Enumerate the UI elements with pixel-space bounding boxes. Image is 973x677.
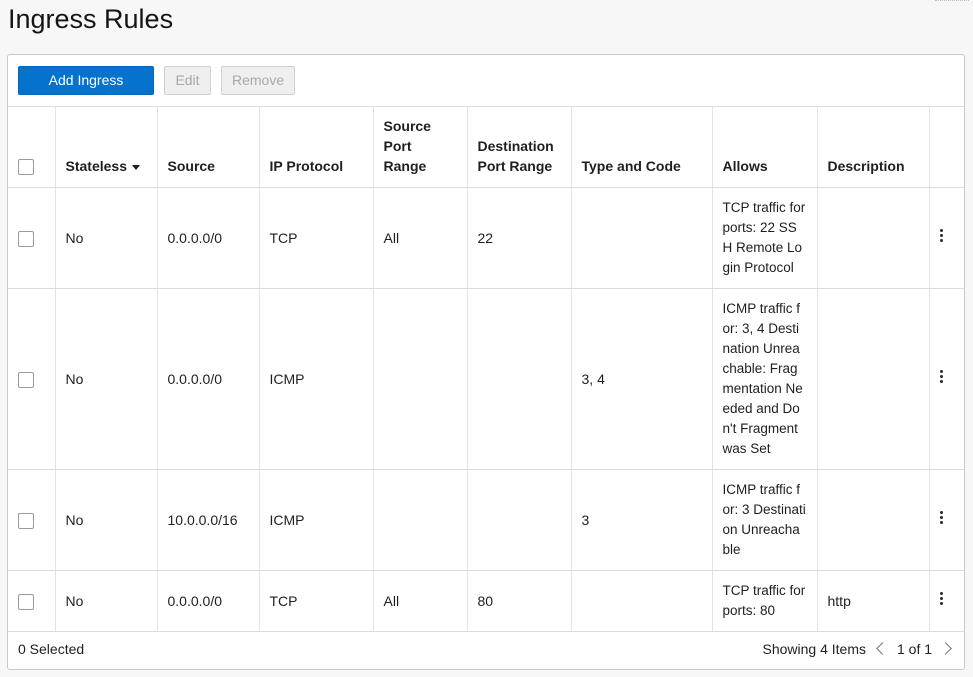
cell-source: 10.0.0.0/16 — [157, 469, 260, 571]
cell-type-and-code — [571, 187, 713, 289]
cell-source: 0.0.0.0/0 — [157, 570, 260, 632]
cell-allows: TCP traffic for ports: 22 SSH Remote Log… — [712, 187, 818, 289]
column-header-source: Source — [157, 106, 260, 188]
cell-ip-protocol: TCP — [259, 570, 374, 632]
kebab-menu-icon[interactable] — [940, 590, 944, 607]
cell-stateless: No — [55, 187, 158, 289]
table-row[interactable]: No 0.0.0.0/0 ICMP 3, 4 ICMP traffic for:… — [8, 288, 964, 470]
sort-descending-icon[interactable] — [131, 164, 140, 170]
item-count: Showing 4 Items — [762, 641, 867, 657]
cell-stateless: No — [55, 469, 158, 571]
row-actions-cell — [929, 187, 964, 289]
selected-count: 0 Selected — [18, 641, 85, 657]
cell-description — [817, 469, 930, 571]
row-select-cell — [8, 187, 56, 289]
pagination: 1 of 1 — [872, 630, 958, 669]
cell-source-port-range — [373, 288, 468, 470]
kebab-menu-icon[interactable] — [940, 227, 944, 244]
column-header-allows: Allows — [712, 106, 818, 188]
cell-allows: ICMP traffic for: 3, 4 Destination Unrea… — [712, 288, 818, 470]
cell-source: 0.0.0.0/0 — [157, 288, 260, 470]
cell-allows: TCP traffic for ports: 80 — [712, 570, 818, 632]
column-header-destination-port-range: Destination Port Range — [467, 106, 572, 188]
cell-destination-port-range: 22 — [467, 187, 572, 289]
column-header-description: Description — [817, 106, 930, 188]
cell-destination-port-range — [467, 469, 572, 571]
row-select-cell — [8, 288, 56, 470]
column-header-type-and-code: Type and Code — [571, 106, 713, 188]
cell-description — [817, 288, 930, 470]
row-actions-cell — [929, 288, 964, 470]
cell-destination-port-range: 80 — [467, 570, 572, 632]
cell-ip-protocol: ICMP — [259, 288, 374, 470]
column-header-actions — [929, 106, 964, 188]
row-checkbox[interactable] — [18, 372, 34, 389]
chevron-left-icon[interactable] — [876, 642, 889, 655]
cell-source-port-range — [373, 469, 468, 571]
ingress-rules-table: Stateless Source IP Protocol Source Port… — [8, 106, 964, 632]
row-select-cell — [8, 469, 56, 571]
add-ingress-rules-button[interactable]: Add Ingress Rules — [18, 66, 154, 115]
cell-type-and-code: 3, 4 — [571, 288, 713, 470]
column-header-stateless[interactable]: Stateless — [55, 106, 158, 188]
row-checkbox[interactable] — [18, 231, 34, 248]
cell-description — [817, 187, 930, 289]
table-row[interactable]: No 10.0.0.0/16 ICMP 3 ICMP traffic for: … — [8, 469, 964, 571]
cell-description: http — [817, 570, 930, 632]
corner-mark — [935, 0, 969, 3]
column-header-label: Stateless — [65, 158, 127, 174]
row-select-cell — [8, 570, 56, 632]
cell-allows: ICMP traffic for: 3 Destination Unreacha… — [712, 469, 818, 571]
header-row: Stateless Source IP Protocol Source Port… — [8, 106, 964, 188]
table-row[interactable]: No 0.0.0.0/0 TCP All 22 TCP traffic for … — [8, 187, 964, 289]
row-actions-cell — [929, 469, 964, 571]
cell-source-port-range: All — [373, 187, 468, 289]
select-all-cell — [8, 106, 56, 188]
ingress-rules-panel: Add Ingress Rules Edit Remove Stateless — [7, 54, 965, 670]
cell-stateless: No — [55, 288, 158, 470]
edit-button[interactable]: Edit — [164, 66, 211, 95]
cell-ip-protocol: TCP — [259, 187, 374, 289]
cell-type-and-code — [571, 570, 713, 632]
column-header-source-port-range: Source Port Range — [373, 106, 468, 188]
cell-ip-protocol: ICMP — [259, 469, 374, 571]
column-header-ip-protocol: IP Protocol — [259, 106, 374, 188]
row-checkbox[interactable] — [18, 594, 34, 611]
page-indicator: 1 of 1 — [896, 641, 933, 657]
cell-source: 0.0.0.0/0 — [157, 187, 260, 289]
select-all-checkbox[interactable] — [18, 159, 34, 176]
row-checkbox[interactable] — [18, 513, 34, 530]
cell-destination-port-range — [467, 288, 572, 470]
kebab-menu-icon[interactable] — [940, 509, 944, 526]
table-footer: 0 Selected Showing 4 Items 1 of 1 — [8, 630, 964, 669]
table-row[interactable]: No 0.0.0.0/0 TCP All 80 TCP traffic for … — [8, 570, 964, 632]
remove-button[interactable]: Remove — [221, 66, 295, 95]
cell-stateless: No — [55, 570, 158, 632]
row-actions-cell — [929, 570, 964, 632]
kebab-menu-icon[interactable] — [940, 368, 944, 385]
chevron-right-icon[interactable] — [939, 642, 952, 655]
page-title: Ingress Rules — [8, 4, 174, 34]
cell-type-and-code: 3 — [571, 469, 713, 571]
cell-source-port-range: All — [373, 570, 468, 632]
